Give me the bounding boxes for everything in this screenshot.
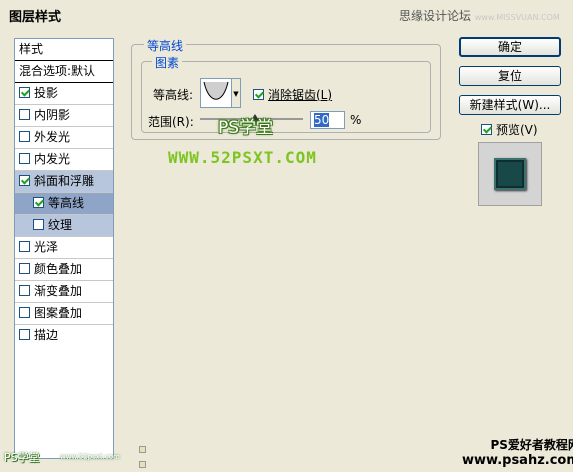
range-input-value: 50 bbox=[314, 113, 330, 127]
style-preview bbox=[478, 142, 542, 206]
style-item-label: 内发光 bbox=[34, 152, 71, 166]
style-item-label: 颜色叠加 bbox=[34, 262, 83, 276]
antialias-option[interactable]: 消除锯齿(L) bbox=[253, 86, 332, 103]
style-item-drop-shadow[interactable]: 投影 bbox=[15, 83, 113, 105]
contour-dropdown-arrow[interactable]: ▼ bbox=[232, 78, 241, 108]
bottom-right-watermark-title: PS爱好者教程网 bbox=[490, 438, 573, 452]
outer-glow-checkbox[interactable] bbox=[19, 131, 30, 142]
preview-checkbox[interactable] bbox=[481, 124, 492, 135]
styles-list: 样式 混合选项:默认 投影 内阴影 外发光 内发光 斜面和浮雕 等高线 纹理 光… bbox=[14, 38, 114, 459]
style-item-label: 投影 bbox=[34, 86, 59, 100]
style-item-stroke[interactable]: 描边 bbox=[15, 325, 113, 347]
style-item-label: 光泽 bbox=[34, 240, 59, 254]
style-item-contour[interactable]: 等高线 bbox=[15, 193, 113, 215]
style-item-pattern-overlay[interactable]: 图案叠加 bbox=[15, 303, 113, 325]
style-item-label: 纹理 bbox=[48, 218, 73, 232]
contour-curve-icon bbox=[203, 81, 229, 100]
elements-group-title: 图素 bbox=[152, 54, 183, 71]
style-item-label: 图案叠加 bbox=[34, 306, 83, 320]
style-item-label: 斜面和浮雕 bbox=[34, 174, 95, 188]
ok-button[interactable]: 确定 bbox=[459, 37, 561, 57]
trash-corner-icon bbox=[139, 461, 146, 468]
range-label: 范围(R): bbox=[148, 115, 194, 129]
style-item-label: 等高线 bbox=[48, 196, 85, 210]
bottom-right-watermark: PS爱好者教程网 www.psahz.com bbox=[462, 436, 573, 468]
styles-header-label: 样式 bbox=[19, 42, 44, 56]
window-title: 图层样式 bbox=[9, 10, 62, 25]
top-watermark-text: 思缘设计论坛 bbox=[399, 9, 472, 23]
gradient-overlay-checkbox[interactable] bbox=[19, 285, 30, 296]
contour-picker[interactable] bbox=[200, 78, 232, 108]
bottom-left-watermark: PS学堂 bbox=[4, 451, 40, 464]
style-item-label: 外发光 bbox=[34, 130, 71, 144]
inner-shadow-checkbox[interactable] bbox=[19, 109, 30, 120]
satin-checkbox[interactable] bbox=[19, 241, 30, 252]
fx-corner-icon bbox=[139, 446, 146, 453]
reset-button[interactable]: 复位 bbox=[459, 66, 561, 86]
pattern-overlay-checkbox[interactable] bbox=[19, 307, 30, 318]
style-item-texture[interactable]: 纹理 bbox=[15, 215, 113, 237]
preview-label: 预览(V) bbox=[496, 123, 538, 137]
stroke-checkbox[interactable] bbox=[19, 329, 30, 340]
preview-swatch bbox=[494, 158, 526, 190]
blending-options-item[interactable]: 混合选项:默认 bbox=[15, 61, 113, 83]
texture-checkbox[interactable] bbox=[33, 219, 44, 230]
new-style-button[interactable]: 新建样式(W)... bbox=[459, 95, 561, 115]
style-item-satin[interactable]: 光泽 bbox=[15, 237, 113, 259]
psxue-url-watermark: WWW.52PSXT.COM bbox=[168, 148, 317, 167]
inner-glow-checkbox[interactable] bbox=[19, 153, 30, 164]
style-item-label: 内阴影 bbox=[34, 108, 71, 122]
style-item-color-overlay[interactable]: 颜色叠加 bbox=[15, 259, 113, 281]
style-item-label: 渐变叠加 bbox=[34, 284, 83, 298]
bottom-right-watermark-url: www.psahz.com bbox=[462, 453, 573, 468]
bottom-left-watermark-url: www.52psxt.com bbox=[60, 453, 120, 461]
style-item-gradient-overlay[interactable]: 渐变叠加 bbox=[15, 281, 113, 303]
top-watermark-url: www.MISSVUAN.COM bbox=[474, 13, 560, 22]
bevel-emboss-checkbox[interactable] bbox=[19, 175, 30, 186]
top-watermark: 思缘设计论坛 www.MISSVUAN.COM bbox=[399, 7, 560, 24]
psxue-watermark: PS学堂 bbox=[218, 118, 274, 138]
style-item-label: 描边 bbox=[34, 328, 59, 342]
antialias-label: 消除锯齿(L) bbox=[268, 88, 333, 102]
style-item-bevel-emboss[interactable]: 斜面和浮雕 bbox=[15, 171, 113, 193]
contour-checkbox[interactable] bbox=[33, 197, 44, 208]
color-overlay-checkbox[interactable] bbox=[19, 263, 30, 274]
range-input[interactable]: 50 bbox=[310, 111, 345, 129]
blending-options-label: 混合选项:默认 bbox=[19, 64, 96, 78]
antialias-checkbox[interactable] bbox=[253, 89, 264, 100]
range-unit: % bbox=[350, 113, 362, 127]
contour-label: 等高线: bbox=[153, 88, 194, 102]
styles-header[interactable]: 样式 bbox=[15, 39, 113, 61]
title-bar: 图层样式 思缘设计论坛 www.MISSVUAN.COM bbox=[0, 0, 573, 28]
contour-group-title: 等高线 bbox=[144, 37, 187, 54]
preview-option[interactable]: 预览(V) bbox=[481, 121, 538, 138]
drop-shadow-checkbox[interactable] bbox=[19, 87, 30, 98]
style-item-inner-glow[interactable]: 内发光 bbox=[15, 149, 113, 171]
style-item-outer-glow[interactable]: 外发光 bbox=[15, 127, 113, 149]
style-item-inner-shadow[interactable]: 内阴影 bbox=[15, 105, 113, 127]
